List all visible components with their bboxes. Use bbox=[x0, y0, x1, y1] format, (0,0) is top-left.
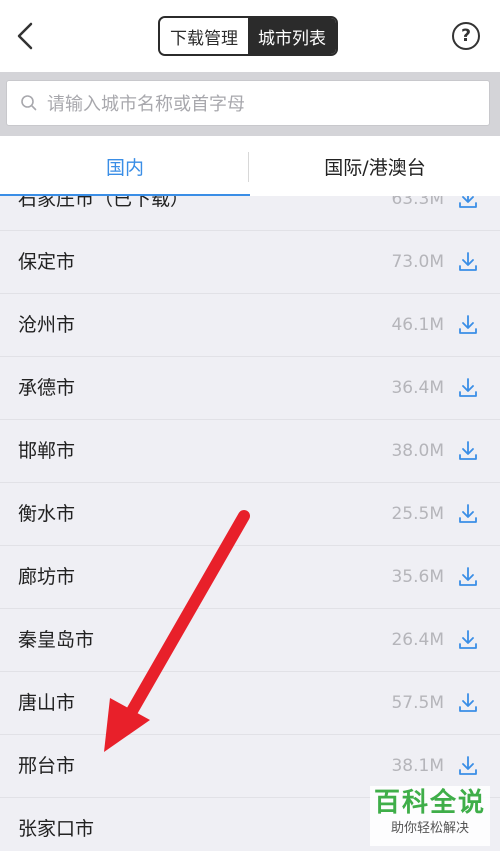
download-icon[interactable] bbox=[456, 754, 480, 778]
list-item[interactable]: 唐山市 57.5M bbox=[0, 672, 500, 735]
city-list[interactable]: 石家庄市（已下载） 63.3M 保定市 73.0M 沧州市 46.1M 承德市 … bbox=[0, 196, 500, 851]
list-item[interactable]: 廊坊市 35.6M bbox=[0, 546, 500, 609]
download-icon[interactable] bbox=[456, 439, 480, 463]
city-size: 35.6M bbox=[391, 567, 444, 587]
download-icon[interactable] bbox=[456, 628, 480, 652]
top-bar: 下载管理 城市列表 ? bbox=[0, 0, 500, 72]
city-name: 邢台市 bbox=[18, 755, 76, 777]
watermark-title: 百科全说 bbox=[373, 788, 486, 818]
city-name: 秦皇岛市 bbox=[18, 629, 95, 651]
city-size: 25.5M bbox=[391, 504, 444, 524]
city-name: 唐山市 bbox=[18, 692, 76, 714]
search-input[interactable]: 请输入城市名称或首字母 bbox=[6, 80, 490, 126]
city-name: 邯郸市 bbox=[18, 440, 76, 462]
watermark-subtitle: 助你轻松解决 bbox=[390, 821, 469, 836]
download-icon[interactable] bbox=[456, 502, 480, 526]
city-name: 承德市 bbox=[18, 377, 76, 399]
tab-divider bbox=[248, 152, 249, 182]
watermark-logo: 百科全说 助你轻松解决 bbox=[370, 786, 490, 846]
tab-international[interactable]: 国际/港澳台 bbox=[250, 136, 500, 196]
list-item[interactable]: 沧州市 46.1M bbox=[0, 294, 500, 357]
city-size: 57.5M bbox=[391, 693, 444, 713]
list-item[interactable]: 承德市 36.4M bbox=[0, 357, 500, 420]
help-icon: ? bbox=[461, 26, 471, 46]
city-size: 46.1M bbox=[391, 315, 444, 335]
download-icon[interactable] bbox=[456, 196, 480, 211]
city-name: 衡水市 bbox=[18, 503, 76, 525]
segment-download-manager[interactable]: 下载管理 bbox=[160, 18, 248, 54]
download-icon[interactable] bbox=[456, 565, 480, 589]
search-placeholder: 请输入城市名称或首字母 bbox=[47, 94, 245, 115]
list-item[interactable]: 石家庄市（已下载） 63.3M bbox=[0, 196, 500, 231]
list-item[interactable]: 衡水市 25.5M bbox=[0, 483, 500, 546]
search-bar-container: 请输入城市名称或首字母 bbox=[0, 72, 500, 136]
city-name: 沧州市 bbox=[18, 314, 76, 336]
segmented-control: 下载管理 城市列表 bbox=[158, 16, 338, 56]
download-icon[interactable] bbox=[456, 250, 480, 274]
city-name: 保定市 bbox=[18, 251, 76, 273]
search-icon bbox=[21, 95, 37, 111]
download-icon[interactable] bbox=[456, 313, 480, 337]
city-size: 26.4M bbox=[391, 630, 444, 650]
tab-domestic[interactable]: 国内 bbox=[0, 136, 250, 196]
city-name: 廊坊市 bbox=[18, 566, 76, 588]
list-item[interactable]: 保定市 73.0M bbox=[0, 231, 500, 294]
city-size: 73.0M bbox=[391, 252, 444, 272]
download-icon[interactable] bbox=[456, 376, 480, 400]
city-name: 张家口市 bbox=[18, 818, 95, 840]
download-icon[interactable] bbox=[456, 691, 480, 715]
city-name: 石家庄市（已下载） bbox=[18, 196, 190, 210]
back-button[interactable] bbox=[10, 18, 40, 54]
list-item[interactable]: 邯郸市 38.0M bbox=[0, 420, 500, 483]
city-size: 36.4M bbox=[391, 378, 444, 398]
city-size: 38.0M bbox=[391, 441, 444, 461]
help-button[interactable]: ? bbox=[452, 22, 480, 50]
segment-city-list[interactable]: 城市列表 bbox=[248, 18, 336, 54]
city-size: 63.3M bbox=[391, 196, 444, 209]
list-item[interactable]: 秦皇岛市 26.4M bbox=[0, 609, 500, 672]
chevron-left-icon bbox=[17, 22, 33, 50]
region-tabs: 国内 国际/港澳台 bbox=[0, 136, 500, 196]
